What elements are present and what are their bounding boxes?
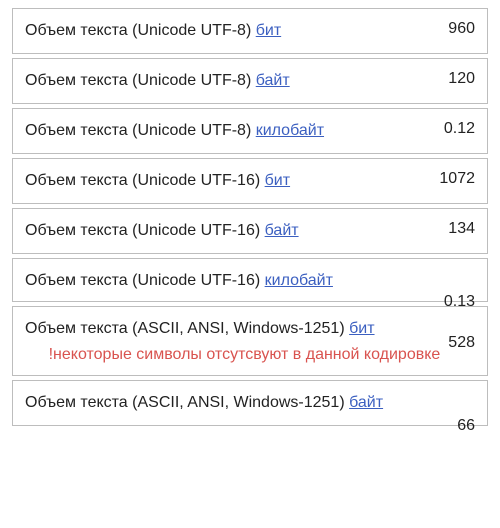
row-label: Объем текста (Unicode UTF-16) килобайт — [25, 269, 475, 293]
row-label: Объем текста (ASCII, ANSI, Windows-1251)… — [25, 317, 448, 367]
label-prefix: Объем текста (Unicode UTF-8) — [25, 72, 256, 89]
unit-kb-link[interactable]: килобайт — [256, 122, 324, 139]
value-utf8-bit: 960 — [448, 19, 475, 38]
value-ascii-byte: 66 — [457, 416, 475, 435]
unit-byte-link[interactable]: байт — [349, 394, 383, 411]
value-utf16-bit: 1072 — [439, 169, 475, 188]
row-ascii-bit: Объем текста (ASCII, ANSI, Windows-1251)… — [12, 306, 488, 376]
row-label: Объем текста (Unicode UTF-8) бит — [25, 19, 448, 43]
row-utf16-bit: Объем текста (Unicode UTF-16) бит 1072 — [12, 158, 488, 204]
label-prefix: Объем текста (Unicode UTF-16) — [25, 272, 265, 289]
unit-byte-link[interactable]: байт — [256, 72, 290, 89]
unit-kb-link[interactable]: килобайт — [265, 272, 333, 289]
row-label: Объем текста (Unicode UTF-16) бит — [25, 169, 439, 193]
label-prefix: Объем текста (Unicode UTF-16) — [25, 222, 265, 239]
unit-bit-link[interactable]: бит — [256, 22, 281, 39]
label-prefix: Объем текста (ASCII, ANSI, Windows-1251) — [25, 394, 349, 411]
value-utf8-kb: 0.12 — [444, 119, 475, 138]
row-utf8-bit: Объем текста (Unicode UTF-8) бит 960 — [12, 8, 488, 54]
row-ascii-byte: Объем текста (ASCII, ANSI, Windows-1251)… — [12, 380, 488, 426]
row-utf16-byte: Объем текста (Unicode UTF-16) байт 134 — [12, 208, 488, 254]
value-utf8-byte: 120 — [448, 69, 475, 88]
row-utf8-byte: Объем текста (Unicode UTF-8) байт 120 — [12, 58, 488, 104]
row-label: Объем текста (Unicode UTF-8) байт — [25, 69, 448, 93]
value-utf16-byte: 134 — [448, 219, 475, 238]
row-label: Объем текста (Unicode UTF-16) байт — [25, 219, 448, 243]
row-label: Объем текста (Unicode UTF-8) килобайт — [25, 119, 444, 143]
unit-bit-link[interactable]: бит — [349, 320, 374, 337]
value-ascii-bit: 528 — [448, 333, 475, 352]
row-utf8-kb: Объем текста (Unicode UTF-8) килобайт 0.… — [12, 108, 488, 154]
label-prefix: Объем текста (ASCII, ANSI, Windows-1251) — [25, 320, 349, 337]
encoding-warning: !некоторые символы отсутсвуют в данной к… — [25, 343, 440, 367]
unit-byte-link[interactable]: байт — [265, 222, 299, 239]
row-label: Объем текста (ASCII, ANSI, Windows-1251)… — [25, 391, 475, 415]
row-utf16-kb: Объем текста (Unicode UTF-16) килобайт 0… — [12, 258, 488, 302]
label-prefix: Объем текста (Unicode UTF-16) — [25, 172, 265, 189]
label-prefix: Объем текста (Unicode UTF-8) — [25, 122, 256, 139]
encoding-size-table: Объем текста (Unicode UTF-8) бит 960 Объ… — [0, 0, 500, 430]
label-prefix: Объем текста (Unicode UTF-8) — [25, 22, 256, 39]
unit-bit-link[interactable]: бит — [265, 172, 290, 189]
